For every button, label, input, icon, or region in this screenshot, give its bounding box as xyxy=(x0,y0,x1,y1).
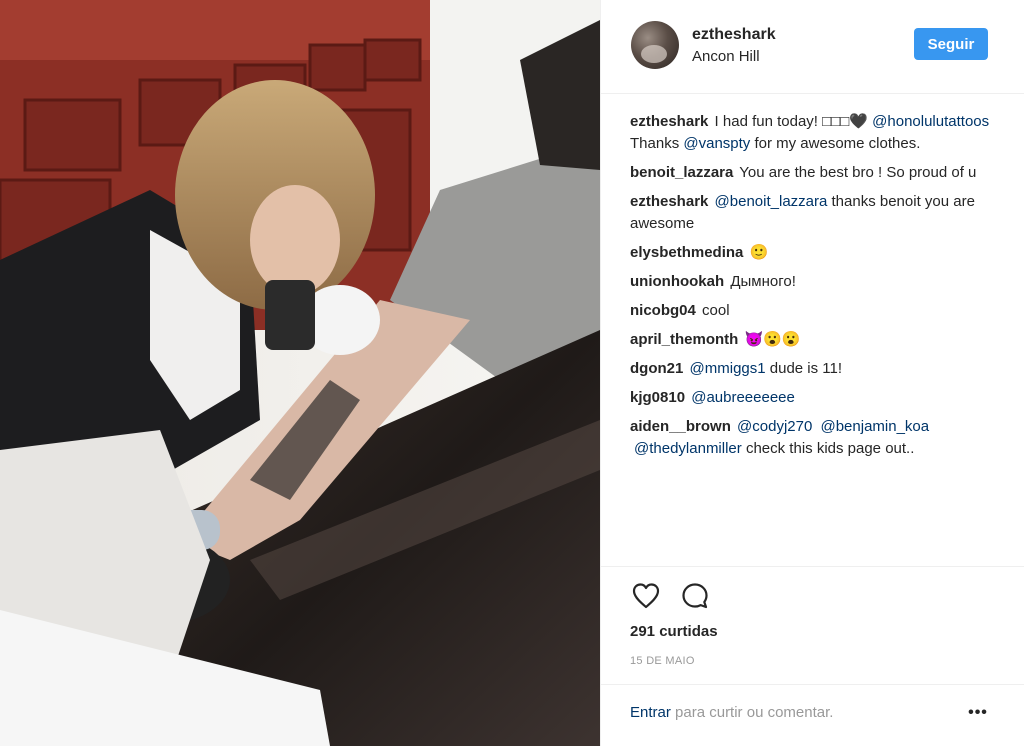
mention-link[interactable]: @benjamin_koa xyxy=(820,418,929,435)
ellipsis-icon[interactable]: ••• xyxy=(966,703,990,723)
mention-link[interactable]: @honolulutattoos xyxy=(872,113,989,130)
comment-username[interactable]: nicobg04 xyxy=(630,302,696,319)
speech-bubble-icon[interactable] xyxy=(679,580,711,612)
comment-item: nicobg04 cool xyxy=(630,300,990,322)
comment-text: I had fun today! □□□🖤 xyxy=(714,113,868,130)
mention-link[interactable]: @aubreeeeeee xyxy=(691,389,795,406)
comment-text: You are the best bro ! So proud of u xyxy=(739,164,977,181)
comment-item: eztheshark @benoit_lazzara thanks benoit… xyxy=(630,191,990,235)
login-link[interactable]: Entrar xyxy=(630,704,671,721)
comment-text: check this kids page out.. xyxy=(745,440,915,457)
comment-item: eztheshark I had fun today! □□□🖤 @honolu… xyxy=(630,111,990,155)
post-location[interactable]: Ancon Hill xyxy=(692,48,760,65)
post-photo[interactable] xyxy=(0,0,600,746)
comment-text: Дымного! xyxy=(730,273,796,290)
comment-username[interactable]: unionhookah xyxy=(630,273,724,290)
login-prompt-text: para curtir ou comentar. xyxy=(675,704,834,721)
mention-link[interactable]: @thedylanmiller xyxy=(634,440,742,457)
likes-count[interactable]: 291 curtidas xyxy=(630,623,718,640)
mention-link[interactable]: @mmiggs1 xyxy=(690,360,766,377)
comment-item: aiden__brown @codyj270 @benjamin_koa @th… xyxy=(630,416,990,460)
comment-text: 😈😮😮 xyxy=(744,331,801,348)
follow-button[interactable]: Seguir xyxy=(914,28,988,60)
comment-text: 🙂 xyxy=(749,244,769,261)
mention-link[interactable]: @vanspty xyxy=(683,135,750,152)
add-comment-section: Entrar para curtir ou comentar. ••• xyxy=(601,684,1024,746)
post-date[interactable]: 15 DE MAIO xyxy=(630,655,695,667)
post-header: eztheshark Ancon Hill Seguir xyxy=(601,0,1024,94)
comment-username[interactable]: kjg0810 xyxy=(630,389,685,406)
comment-text: dude is 11! xyxy=(769,360,843,377)
comment-item: kjg0810 @aubreeeeeee xyxy=(630,387,990,409)
mention-link[interactable]: @codyj270 xyxy=(737,418,812,435)
comment-username[interactable]: eztheshark xyxy=(630,193,708,210)
comment-text: Thanks xyxy=(630,135,680,152)
mention-link[interactable]: @benoit_lazzara xyxy=(715,193,828,210)
comment-item: benoit_lazzara You are the best bro ! So… xyxy=(630,162,990,184)
comment-username[interactable]: april_themonth xyxy=(630,331,738,348)
comments-list: eztheshark I had fun today! □□□🖤 @honolu… xyxy=(630,111,990,467)
comment-username[interactable]: benoit_lazzara xyxy=(630,164,733,181)
post-details-panel: eztheshark Ancon Hill Seguir eztheshark … xyxy=(600,0,1024,746)
comment-item: unionhookah Дымного! xyxy=(630,271,990,293)
comment-text: cool xyxy=(702,302,730,319)
author-username[interactable]: eztheshark xyxy=(692,26,776,44)
comment-username[interactable]: elysbethmedina xyxy=(630,244,743,261)
login-prompt: Entrar para curtir ou comentar. xyxy=(630,704,833,721)
comment-username[interactable]: aiden__brown xyxy=(630,418,731,435)
comment-username[interactable]: dgon21 xyxy=(630,360,683,377)
comment-username[interactable]: eztheshark xyxy=(630,113,708,130)
comment-item: april_themonth 😈😮😮 xyxy=(630,329,990,351)
comment-text: for my awesome clothes. xyxy=(754,135,921,152)
comment-item: elysbethmedina 🙂 xyxy=(630,242,990,264)
comment-item: dgon21 @mmiggs1 dude is 11! xyxy=(630,358,990,380)
heart-outline-icon[interactable] xyxy=(630,580,662,612)
post-photo-image xyxy=(0,0,600,746)
avatar[interactable] xyxy=(631,21,679,69)
